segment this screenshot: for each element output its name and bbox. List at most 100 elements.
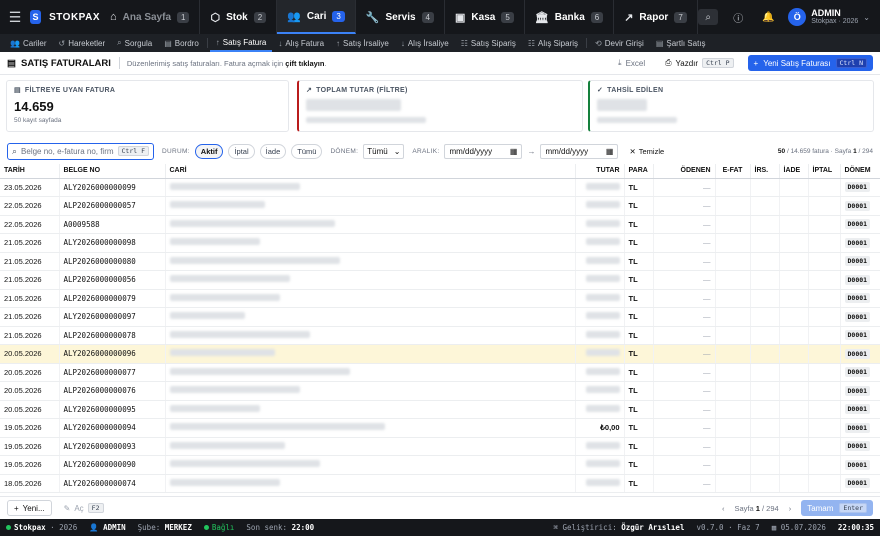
table-row[interactable]: 20.05.2026 ALP2026000000076 TL — D0001 — [0, 381, 880, 401]
date-from-input[interactable]: mm/dd/yyyy ▦ — [444, 143, 523, 159]
table-row[interactable]: 21.05.2026 ALY2026000000098 TL — D0001 — [0, 233, 880, 253]
tab-stok[interactable]: ⬡ Stok 2 — [200, 0, 278, 34]
table-row[interactable]: 20.05.2026 ALY2026000000096 TL — D0001 — [0, 344, 880, 364]
code-icon: ⌘ — [553, 523, 559, 532]
cell-irs — [750, 307, 780, 327]
record-count: 50 / 14.659 fatura · Sayfa 1 / 294 — [778, 148, 873, 155]
table-row[interactable]: 18.05.2026 ALY2026000000074 TL — D0001 — [0, 474, 880, 493]
status-chip-aktif[interactable]: Aktif — [194, 143, 224, 159]
col-header[interactable]: E-FAT — [715, 164, 751, 179]
table-row[interactable]: 20.05.2026 ALY2026000000095 TL — D0001 — [0, 400, 880, 419]
search-icon[interactable]: ⌕ — [698, 9, 719, 25]
cell-paid: — — [653, 400, 716, 419]
col-header[interactable]: İRS. — [750, 164, 780, 179]
period-select[interactable]: Tümü ⌄ — [363, 143, 405, 159]
subnav-hareketler[interactable]: ↺ Hareketler — [53, 34, 112, 52]
subnav-alis-siparis[interactable]: ☷ Alış Sipariş — [522, 34, 584, 52]
cell-amount-redacted — [575, 289, 625, 308]
new-button[interactable]: + Yeni... — [7, 500, 52, 516]
ok-button[interactable]: Tamam Enter — [801, 500, 873, 516]
table-row[interactable]: 22.05.2026 ALP2026000000057 TL — D0001 — [0, 196, 880, 216]
tab-kasa[interactable]: ▣ Kasa 5 — [445, 0, 525, 34]
user-menu[interactable]: Ö ADMIN Stokpax · 2026 ⌄ — [788, 8, 870, 26]
table-row[interactable]: 21.05.2026 ALP2026000000079 TL — D0001 — [0, 289, 880, 308]
bell-icon[interactable]: 🔔 — [758, 9, 778, 25]
table-row[interactable]: 19.05.2026 ALY2026000000094 ₺0,00 TL — D0001 — [0, 418, 880, 438]
cell-amount-redacted — [575, 307, 625, 327]
cell-doc-no: ALY2026000000096 — [59, 344, 166, 364]
calendar-icon[interactable]: ▦ — [510, 147, 518, 156]
period-filter-label: DÖNEM: — [330, 147, 359, 155]
chevron-left-icon[interactable]: ‹ — [722, 504, 725, 513]
trend-icon: ↗ — [306, 87, 313, 94]
chevron-right-icon[interactable]: › — [789, 504, 792, 513]
subnav-satis-irsaliye[interactable]: ↑ Satış İrsaliye — [330, 34, 395, 52]
cell-customer-redacted — [165, 196, 576, 216]
table-row[interactable]: 21.05.2026 ALP2026000000080 TL — D0001 — [0, 252, 880, 271]
col-header[interactable]: İADE — [779, 164, 809, 179]
filter-bar: ⌕ Belge no, e-fatura no, firma... Ctrl F… — [0, 140, 880, 162]
subnav-alis-fatura[interactable]: ↓ Alış Fatura — [272, 34, 330, 52]
open-button[interactable]: ✎ Aç F2 — [58, 500, 110, 516]
col-header[interactable]: PARA — [624, 164, 654, 179]
cell-iptal — [808, 233, 841, 253]
status-chip-tumu[interactable]: Tümü — [291, 143, 323, 159]
clear-filters-button[interactable]: ✕ Temizle — [629, 147, 664, 156]
col-header[interactable]: TUTAR — [575, 164, 625, 179]
col-header[interactable]: İPTAL — [808, 164, 841, 179]
tab-shortcut-badge: 2 — [253, 11, 267, 23]
subnav-alis-irsaliye[interactable]: ↓ Alış İrsaliye — [395, 34, 455, 52]
tab-label: Rapor — [639, 11, 669, 23]
col-header[interactable]: DÖNEM — [840, 164, 880, 179]
subnav-satis-siparis[interactable]: ☷ Satış Sipariş — [455, 34, 522, 52]
new-invoice-button[interactable]: + Yeni Satış Faturası Ctrl N — [747, 55, 873, 71]
col-header[interactable]: BELGE NO — [59, 164, 166, 179]
excel-button[interactable]: ⤓ Excel — [612, 55, 651, 71]
wrench-icon: 🔧 — [365, 11, 380, 24]
status-chip-iade[interactable]: İade — [259, 143, 287, 159]
stat-card-collected: ✓ TAHSİL EDİLEN — [588, 80, 874, 132]
tab-servis[interactable]: 🔧 Servis 4 — [356, 0, 445, 34]
tab-cari[interactable]: 👥 Cari 3 — [277, 0, 356, 34]
period-tag: D0001 — [844, 348, 871, 359]
current-page: 1 — [853, 147, 857, 155]
cell-doc-no: ALP2026000000057 — [59, 196, 166, 216]
stat-label-text: TOPLAM TUTAR (FİLTRE) — [316, 86, 408, 94]
date-to-input[interactable]: mm/dd/yyyy ▦ — [540, 143, 619, 159]
subnav-sartli-satis[interactable]: ▤ Şartlı Satış — [650, 34, 712, 52]
cell-irs — [750, 400, 780, 419]
col-header[interactable]: TARİH — [0, 164, 60, 179]
subnav-satis-fatura[interactable]: ↑ Satış Fatura — [209, 34, 273, 52]
period-tag: D0001 — [844, 478, 871, 489]
cell-iade — [779, 474, 809, 493]
tab-rapor[interactable]: ↗ Rapor 7 — [614, 0, 698, 34]
menu-icon[interactable]: ☰ — [0, 0, 30, 34]
app-logo[interactable]: S STOKPAX — [30, 10, 100, 24]
search-input[interactable]: ⌕ Belge no, e-fatura no, firma... Ctrl F — [7, 142, 154, 160]
page-header: ▤ SATIŞ FATURALARI Düzenlerimiş satış fa… — [0, 52, 880, 75]
table-row[interactable]: 21.05.2026 ALP2026000000056 TL — D0001 — [0, 270, 880, 290]
subnav-devir-girisi[interactable]: ⟲ Devir Girişi — [589, 34, 650, 52]
table-row[interactable]: 22.05.2026 A0009588 TL — D0001 — [0, 215, 880, 234]
tab-banka[interactable]: 🏛 Banka 6 — [525, 0, 615, 34]
table-row[interactable]: 20.05.2026 ALP2026000000077 TL — D0001 — [0, 363, 880, 382]
table-row[interactable]: 21.05.2026 ALY2026000000097 TL — D0001 — [0, 307, 880, 327]
table-row[interactable]: 23.05.2026 ALY2026000000099 TL — D0001 — [0, 178, 880, 197]
cell-iptal — [808, 215, 841, 234]
col-header[interactable]: ÖDENEN — [653, 164, 716, 179]
table-row[interactable]: 21.05.2026 ALP2026000000078 TL — D0001 — [0, 326, 880, 345]
table-row[interactable]: 19.05.2026 ALY2026000000090 TL — D0001 — [0, 455, 880, 475]
subnav-sorgula[interactable]: ⌕ Sorgula — [111, 34, 158, 52]
calendar-icon[interactable]: ▦ — [606, 147, 614, 156]
cell-amount-redacted — [575, 363, 625, 382]
col-header[interactable]: CARİ — [165, 164, 576, 179]
tab-ana-sayfa[interactable]: ⌂ Ana Sayfa 1 — [100, 0, 201, 34]
cell-paid: — — [653, 437, 716, 456]
info-icon[interactable]: ⓘ — [728, 9, 748, 25]
print-button[interactable]: ⎙ Yazdır Ctrl P — [659, 55, 739, 71]
subnav-cariler[interactable]: 👥 Cariler — [4, 34, 53, 52]
table-row[interactable]: 19.05.2026 ALY2026000000093 TL — D0001 — [0, 437, 880, 456]
branch-label: Şube: — [137, 523, 161, 532]
status-chip-iptal[interactable]: İptal — [228, 143, 255, 159]
subnav-bordro[interactable]: ▤ Bordro — [158, 34, 205, 52]
